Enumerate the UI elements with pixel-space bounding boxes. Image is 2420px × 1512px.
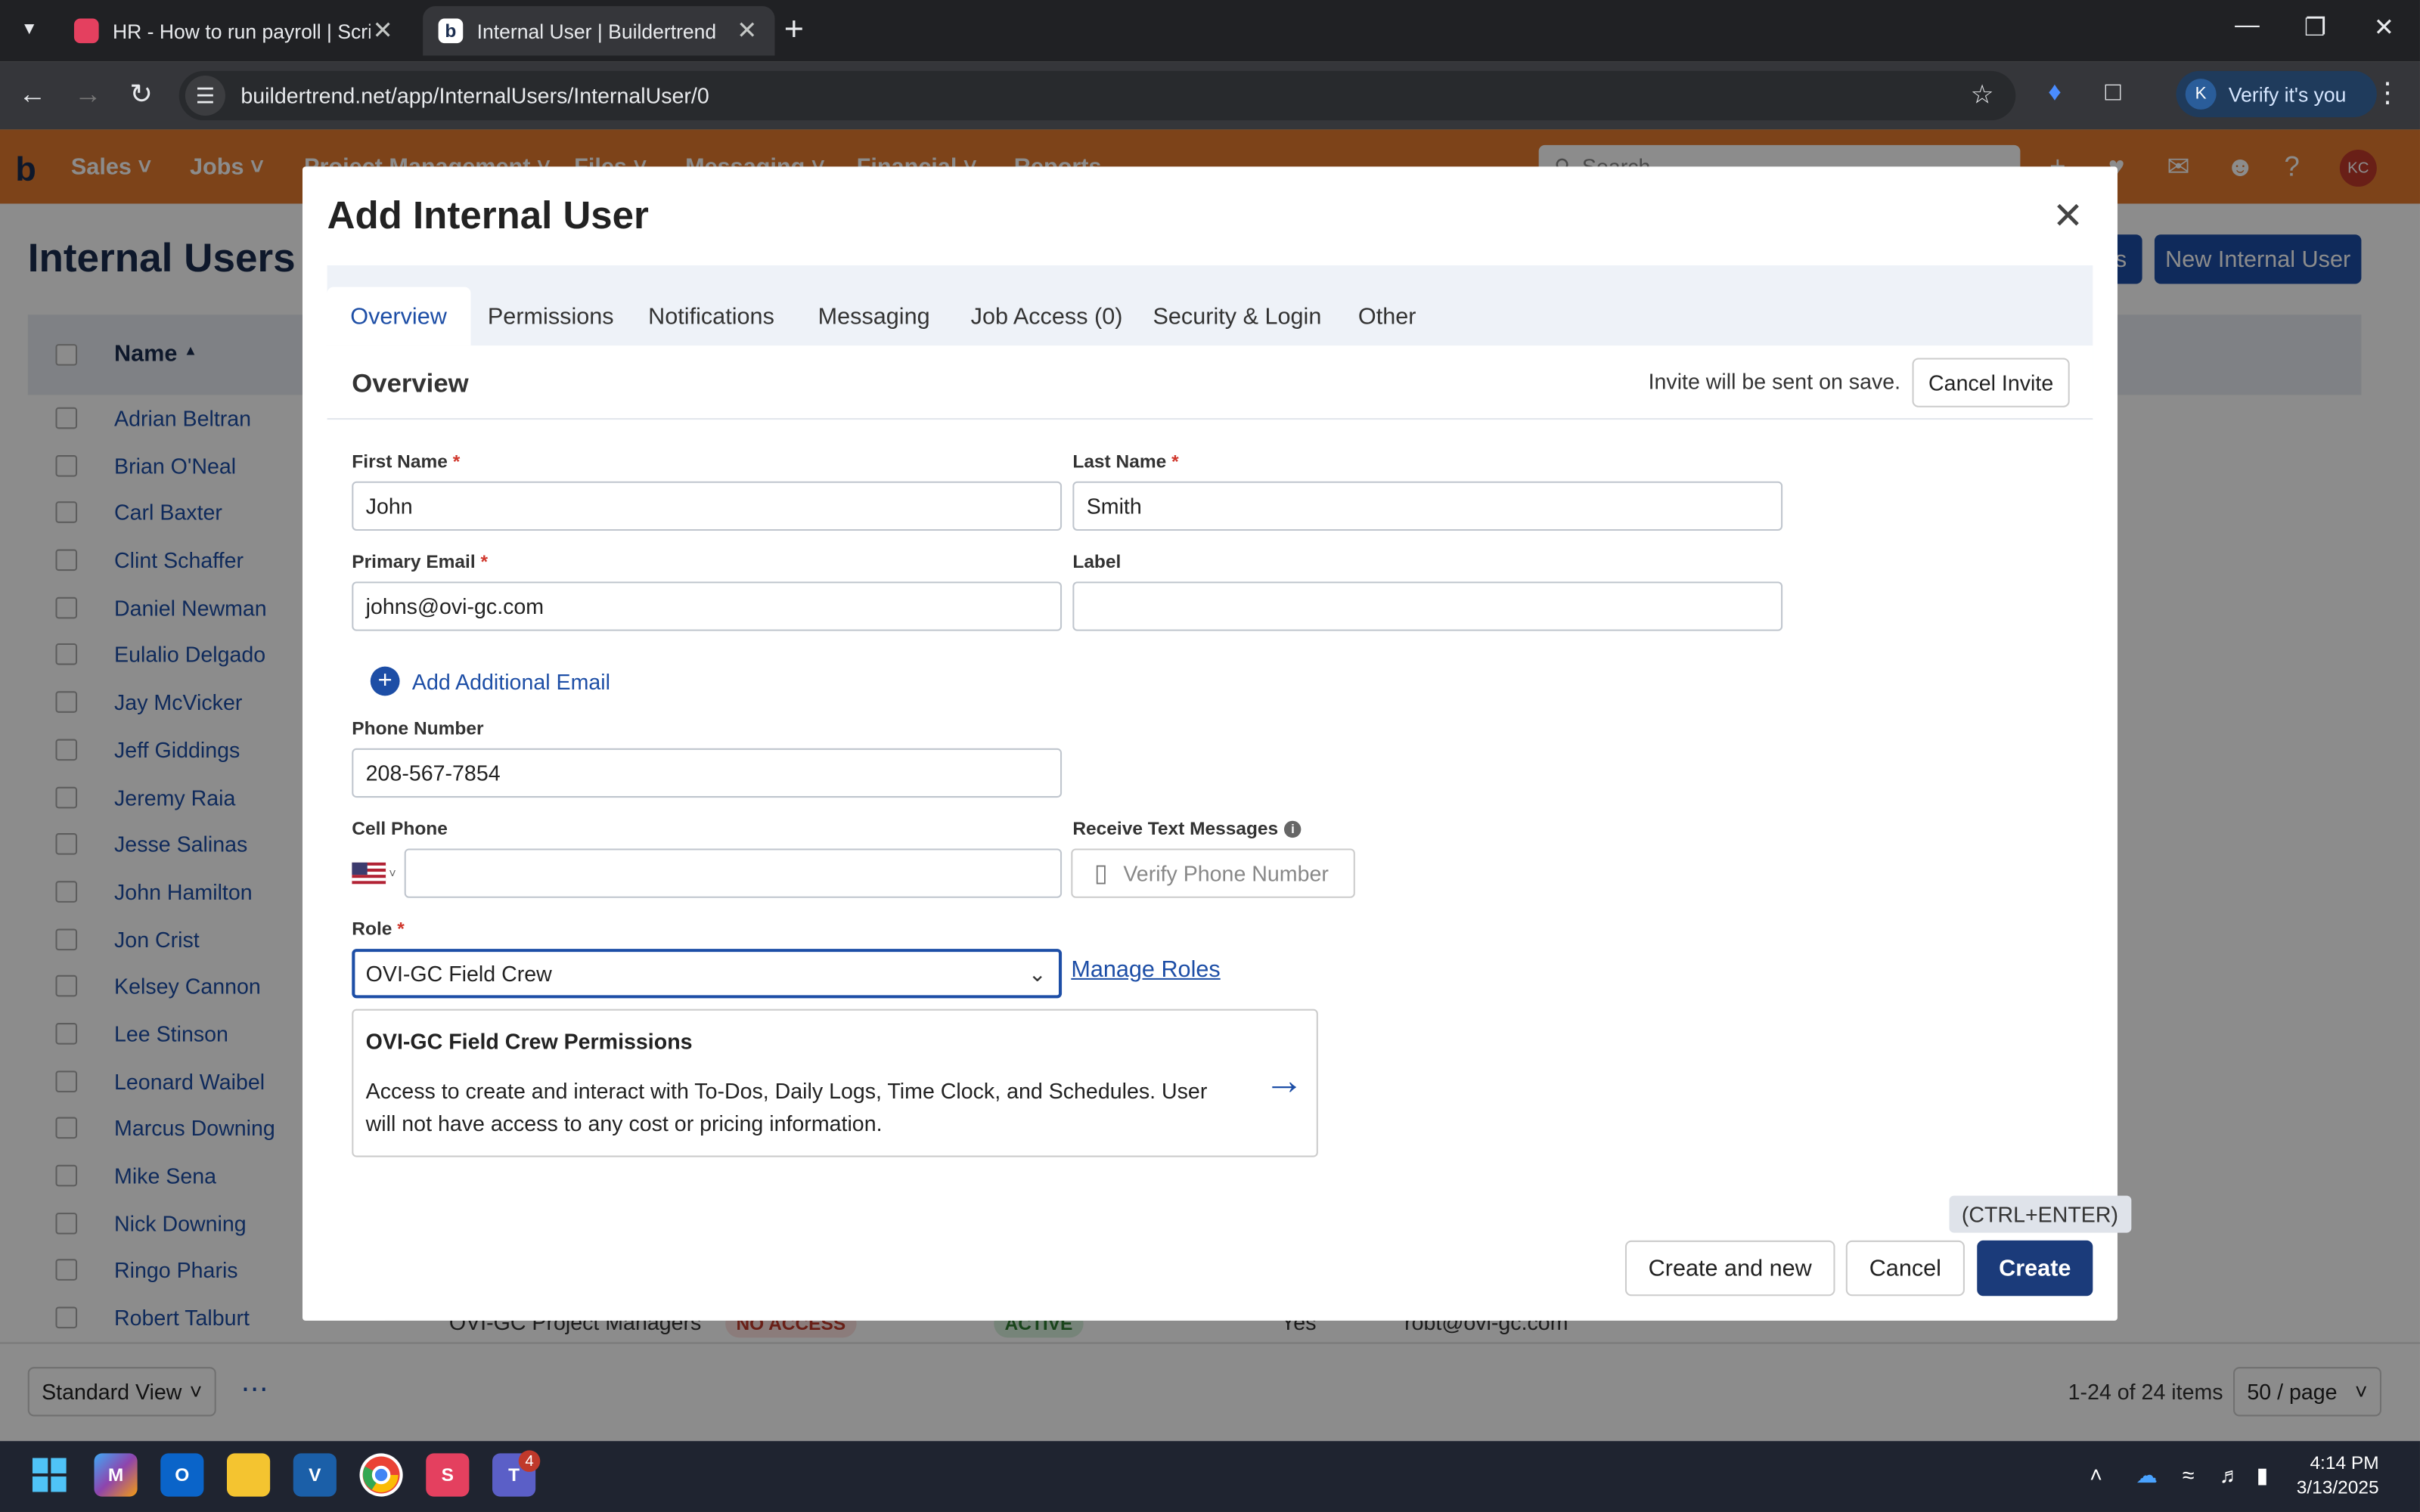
tab-overview[interactable]: Overview — [327, 287, 470, 346]
permissions-title: OVI-GC Field Crew Permissions — [365, 1029, 693, 1054]
battery-icon[interactable]: ▮ — [2257, 1463, 2269, 1489]
tab-permissions[interactable]: Permissions — [464, 287, 637, 346]
scribe-favicon-icon — [73, 18, 99, 44]
phone-number-field[interactable]: 208-567-7854 — [352, 748, 1063, 798]
browser-tab-buildertrend[interactable]: b Internal User | Buildertrend ✕ — [423, 6, 775, 56]
buildertrend-favicon-icon: b — [438, 18, 464, 44]
tab-messaging[interactable]: Messaging — [795, 287, 953, 346]
teams-badge: 4 — [518, 1450, 541, 1472]
section-title: Overview — [352, 368, 469, 398]
tab-notifications[interactable]: Notifications — [625, 287, 798, 346]
browser-tab-scribe[interactable]: HR - How to run payroll | Scribe ✕ — [59, 6, 411, 55]
address-bar[interactable]: ☰ buildertrend.net/app/InternalUsers/Int… — [178, 70, 2016, 121]
last-name-label: Last Name * — [1072, 450, 1179, 472]
reload-icon[interactable]: ↻ — [129, 77, 153, 111]
extensions-puzzle-icon[interactable]: □ — [2105, 77, 2121, 108]
info-icon[interactable]: i — [1284, 820, 1302, 838]
create-and-new-button[interactable]: Create and new — [1624, 1240, 1835, 1297]
close-icon[interactable]: ✕ — [2052, 194, 2083, 239]
create-button[interactable]: Create — [1977, 1240, 2093, 1297]
site-info-icon[interactable]: ☰ — [185, 75, 225, 116]
cell-phone-field[interactable] — [404, 848, 1063, 898]
chevron-down-icon: ˅ — [389, 866, 396, 881]
plus-circle-icon: + — [370, 666, 400, 696]
close-tab-icon[interactable]: ✕ — [371, 15, 396, 46]
manage-roles-link[interactable]: Manage Roles — [1071, 956, 1220, 983]
modal-title: Add Internal User — [327, 194, 649, 238]
tray-chevron-up-icon[interactable]: ˄ — [2090, 1463, 2102, 1488]
divider — [327, 418, 2093, 420]
bookmark-star-icon[interactable]: ☆ — [1971, 80, 1994, 111]
url-text: buildertrend.net/app/InternalUsers/Inter… — [240, 83, 709, 108]
role-permissions-card[interactable]: OVI-GC Field Crew Permissions Access to … — [352, 1009, 1318, 1157]
back-icon[interactable]: ← — [18, 77, 46, 111]
verify-phone-button[interactable]: ▯ Verify Phone Number — [1071, 848, 1355, 898]
system-clock[interactable]: 4:14 PM 3/13/2025 — [2297, 1450, 2379, 1499]
add-internal-user-modal: Add Internal User ✕ Overview Permissions… — [302, 166, 2118, 1321]
chrome-menu-icon[interactable]: ⋮ — [2374, 77, 2402, 110]
close-tab-icon[interactable]: ✕ — [734, 15, 759, 46]
extension-shield-icon[interactable]: ♦ — [2048, 77, 2062, 108]
phone-icon: ▯ — [1094, 860, 1108, 888]
forward-icon[interactable]: → — [74, 77, 102, 111]
modal-tabs: Overview Permissions Notifications Messa… — [327, 287, 2093, 346]
permissions-description: Access to create and interact with To-Do… — [365, 1078, 1208, 1136]
minimize-icon[interactable]: — — [2235, 12, 2260, 40]
cell-phone-label: Cell Phone — [352, 817, 448, 840]
primary-email-label: Primary Email * — [352, 550, 489, 573]
shortcut-tooltip: (CTRL+ENTER) — [1949, 1195, 2131, 1233]
chrome-icon[interactable] — [359, 1453, 403, 1497]
windows-start-icon[interactable] — [28, 1453, 71, 1496]
receive-text-label: Receive Text Messages i — [1072, 818, 1302, 839]
clock-time: 4:14 PM — [2310, 1452, 2379, 1473]
tab-title: Internal User | Buildertrend — [476, 19, 717, 43]
volume-icon[interactable]: ♬ — [2220, 1463, 2242, 1488]
primary-email-field[interactable]: johns@ovi-gc.com — [352, 581, 1063, 631]
clock-date: 3/13/2025 — [2296, 1476, 2379, 1498]
first-name-label: First Name * — [352, 450, 461, 472]
vpn-app-icon[interactable]: V — [293, 1453, 337, 1497]
invite-note: Invite will be sent on save. — [1648, 368, 1901, 394]
cancel-invite-button[interactable]: Cancel Invite — [1912, 358, 2070, 407]
overview-panel: Overview Invite will be sent on save. Ca… — [327, 345, 2093, 1191]
profile-avatar: K — [2185, 79, 2217, 110]
last-name-field[interactable]: Smith — [1072, 481, 1783, 531]
verify-profile-button[interactable]: K Verify it's you — [2176, 70, 2377, 118]
modal-body: Overview Permissions Notifications Messa… — [327, 265, 2093, 1191]
browser-tabstrip: ▼ HR - How to run payroll | Scribe ✕ b I… — [0, 0, 2420, 62]
add-additional-email-button[interactable]: + Add Additional Email — [370, 666, 610, 696]
first-name-field[interactable]: John — [352, 481, 1063, 531]
role-select[interactable]: OVI-GC Field Crew ⌄ — [352, 949, 1063, 999]
new-tab-button[interactable]: + — [784, 11, 804, 46]
tab-other[interactable]: Other — [1335, 287, 1439, 346]
chrome-logo — [362, 1456, 400, 1494]
outlook-icon[interactable]: O — [160, 1453, 204, 1497]
us-flag-icon — [352, 862, 386, 885]
verify-label: Verify it's you — [2228, 82, 2347, 106]
phone-number-label: Phone Number — [352, 717, 484, 739]
restore-icon[interactable]: ❐ — [2304, 12, 2326, 43]
file-explorer-icon[interactable] — [226, 1453, 271, 1497]
arrow-right-icon[interactable]: → — [1264, 1057, 1304, 1105]
cancel-button[interactable]: Cancel — [1845, 1240, 1965, 1297]
chevron-down-icon: ⌄ — [1028, 961, 1047, 987]
label-label: Label — [1072, 550, 1122, 573]
scribe-icon[interactable]: S — [426, 1453, 470, 1497]
tab-title: HR - How to run payroll | Scribe — [112, 19, 371, 43]
onedrive-icon[interactable]: ☁ — [2136, 1463, 2158, 1489]
tab-job-access[interactable]: Job Access (0) — [948, 287, 1146, 346]
label-field[interactable] — [1072, 581, 1783, 631]
role-label: Role * — [352, 918, 405, 940]
tab-security-login[interactable]: Security & Login — [1130, 287, 1345, 346]
country-flag-select[interactable]: ˅ — [352, 861, 398, 886]
windows-logo — [32, 1458, 67, 1492]
wifi-icon[interactable]: ≈ — [2183, 1463, 2195, 1488]
tab-search-button[interactable]: ▼ — [9, 9, 49, 49]
m365-icon[interactable]: M — [94, 1453, 138, 1497]
close-window-icon[interactable]: ✕ — [2374, 12, 2394, 43]
